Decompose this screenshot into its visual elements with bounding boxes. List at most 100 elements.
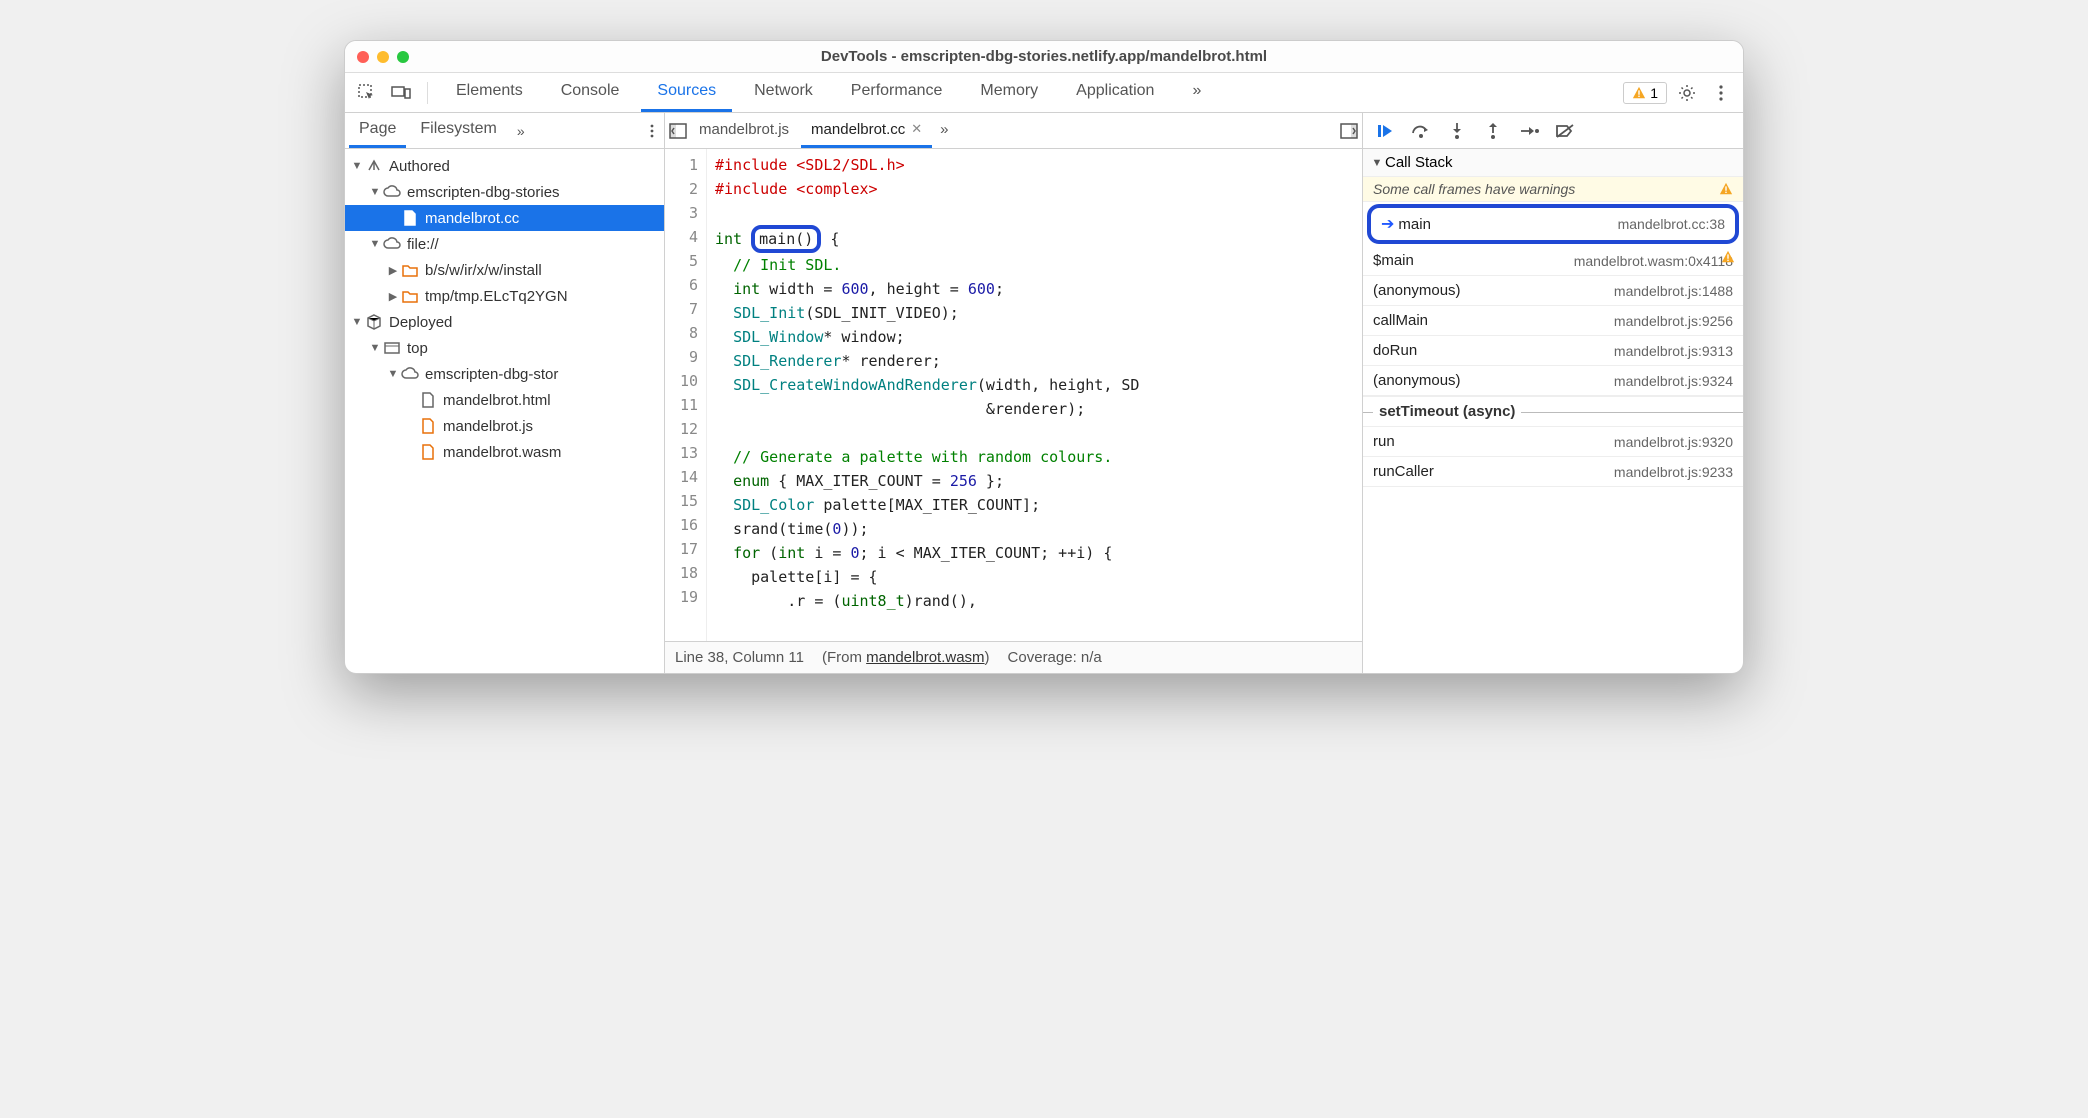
callstack-frame[interactable]: doRunmandelbrot.js:9313 (1363, 336, 1743, 366)
frame-location: mandelbrot.js:9320 (1614, 434, 1733, 450)
tab-memory[interactable]: Memory (964, 73, 1054, 112)
navigator-kebab-icon[interactable] (644, 124, 660, 138)
warnings-badge[interactable]: 1 (1623, 82, 1667, 104)
tree-item[interactable]: mandelbrot.cc (345, 205, 664, 231)
tree-item-label: mandelbrot.cc (425, 210, 519, 227)
disclosure-triangle-icon[interactable]: ▶ (387, 264, 399, 277)
disclosure-triangle-icon[interactable]: ▼ (351, 160, 363, 172)
step-out-button[interactable] (1481, 119, 1505, 143)
frame-location: mandelbrot.js:1488 (1614, 283, 1733, 299)
navigator-tab-filesystem[interactable]: Filesystem (410, 113, 506, 148)
frame-name: $main (1373, 252, 1414, 269)
tab-performance[interactable]: Performance (835, 73, 959, 112)
code-editor[interactable]: 12345678910111213141516171819 #include <… (665, 149, 1362, 641)
tree-item[interactable]: ▼emscripten-dbg-stor (345, 361, 664, 387)
toggle-navigator-icon[interactable] (669, 123, 687, 139)
main-tabbar: Elements Console Sources Network Perform… (345, 73, 1743, 113)
frame-name: runCaller (1373, 463, 1434, 480)
navigator-tabs: Page Filesystem » (345, 113, 664, 149)
tree-item[interactable]: ▶ b/s/w/ir/x/w/install (345, 257, 664, 283)
editor-tabs: mandelbrot.js mandelbrot.cc ✕ » (665, 113, 1362, 149)
editor-tabs-overflow[interactable]: » (934, 113, 954, 148)
window-title: DevTools - emscripten-dbg-stories.netlif… (357, 48, 1731, 65)
frame-name: ➔main (1381, 214, 1431, 234)
callstack-frame[interactable]: (anonymous) mandelbrot.js:9324 (1363, 366, 1743, 396)
tree-item[interactable]: ▼ Deployed (345, 309, 664, 335)
tab-console[interactable]: Console (545, 73, 636, 112)
device-toolbar-icon[interactable] (387, 79, 415, 107)
tree-item-label: emscripten-dbg-stories (407, 184, 560, 201)
callstack-header[interactable]: ▼ Call Stack (1363, 149, 1743, 177)
frame-location: mandelbrot.js:9256 (1614, 313, 1733, 329)
close-tab-icon[interactable]: ✕ (911, 121, 922, 137)
tree-item-label: b/s/w/ir/x/w/install (425, 262, 542, 279)
cloud-icon (383, 183, 401, 201)
disclosure-triangle-icon[interactable]: ▼ (387, 368, 399, 380)
warnings-count: 1 (1650, 85, 1658, 101)
close-window-button[interactable] (357, 51, 369, 63)
toggle-debugger-icon[interactable] (1340, 123, 1358, 139)
tab-sources[interactable]: Sources (641, 73, 732, 112)
line-gutter: 12345678910111213141516171819 (665, 149, 707, 641)
folder-icon (401, 261, 419, 279)
editor-tab-mandelbrot-cc[interactable]: mandelbrot.cc ✕ (801, 113, 932, 148)
frame-name: run (1373, 433, 1395, 450)
callstack-frame[interactable]: $mainmandelbrot.wasm:0x4118 (1363, 246, 1743, 276)
tree-item[interactable]: ▶ tmp/tmp.ELcTq2YGN (345, 283, 664, 309)
disclosure-triangle-icon[interactable]: ▼ (369, 238, 381, 250)
callstack-frame[interactable]: (anonymous)mandelbrot.js:1488 (1363, 276, 1743, 306)
minimize-window-button[interactable] (377, 51, 389, 63)
frame-name: doRun (1373, 342, 1417, 359)
cursor-position: Line 38, Column 11 (675, 649, 804, 666)
tree-item[interactable]: ▼ file:// (345, 231, 664, 257)
tree-item[interactable]: mandelbrot.js (345, 413, 664, 439)
tabs-overflow[interactable]: » (1176, 73, 1217, 112)
step-button[interactable] (1517, 119, 1541, 143)
resume-button[interactable] (1373, 119, 1397, 143)
tab-elements[interactable]: Elements (440, 73, 539, 112)
tree-item[interactable]: ▼top (345, 335, 664, 361)
tree-item[interactable]: mandelbrot.html (345, 387, 664, 413)
disclosure-triangle-icon[interactable]: ▼ (369, 342, 381, 354)
frame-name: (anonymous) (1373, 372, 1461, 389)
disclosure-triangle-icon[interactable]: ▼ (351, 316, 363, 328)
callstack-warning: Some call frames have warnings (1363, 177, 1743, 202)
frame-location: mandelbrot.js:9324 (1614, 373, 1733, 389)
inspect-element-icon[interactable] (353, 79, 381, 107)
source-map-file[interactable]: mandelbrot.wasm (866, 649, 984, 666)
file-icon (419, 391, 437, 409)
step-over-button[interactable] (1409, 119, 1433, 143)
frame-name: callMain (1373, 312, 1428, 329)
tree-item-label: tmp/tmp.ELcTq2YGN (425, 288, 568, 305)
file-o-icon (419, 443, 437, 461)
frame-location: mandelbrot.js:9233 (1614, 464, 1733, 480)
callstack-frame[interactable]: callMain mandelbrot.js:9256 (1363, 306, 1743, 336)
tree-item[interactable]: ▼ emscripten-dbg-stories (345, 179, 664, 205)
callstack-frame[interactable]: run mandelbrot.js:9320 (1363, 427, 1743, 457)
kebab-menu-icon[interactable] (1707, 79, 1735, 107)
cloud-icon (401, 365, 419, 383)
tree-item-label: Deployed (389, 314, 452, 331)
callstack-frame[interactable]: ➔mainmandelbrot.cc:38 (1367, 204, 1739, 244)
navigator-tab-page[interactable]: Page (349, 113, 406, 148)
titlebar: DevTools - emscripten-dbg-stories.netlif… (345, 41, 1743, 73)
callstack-frame[interactable]: runCaller mandelbrot.js:9233 (1363, 457, 1743, 487)
tree-item-label: file:// (407, 236, 439, 253)
tree-item[interactable]: ▼Authored (345, 153, 664, 179)
settings-icon[interactable] (1673, 79, 1701, 107)
tab-application[interactable]: Application (1060, 73, 1170, 112)
callstack-frames: ➔mainmandelbrot.cc:38$mainmandelbrot.was… (1363, 202, 1743, 673)
disclosure-triangle-icon[interactable]: ▼ (369, 186, 381, 198)
deactivate-breakpoints-button[interactable] (1553, 119, 1577, 143)
step-into-button[interactable] (1445, 119, 1469, 143)
zoom-window-button[interactable] (397, 51, 409, 63)
disclosure-triangle-icon[interactable]: ▶ (387, 290, 399, 303)
tab-network[interactable]: Network (738, 73, 829, 112)
tree-item[interactable]: mandelbrot.wasm (345, 439, 664, 465)
tree-item-label: mandelbrot.html (443, 392, 551, 409)
source-map-from: (From mandelbrot.wasm) (822, 649, 990, 666)
editor-tab-mandelbrot-js[interactable]: mandelbrot.js (689, 113, 799, 148)
tree-item-label: mandelbrot.wasm (443, 444, 561, 461)
navigator-tabs-overflow[interactable]: » (511, 123, 531, 139)
async-boundary: setTimeout (async) (1363, 396, 1743, 427)
